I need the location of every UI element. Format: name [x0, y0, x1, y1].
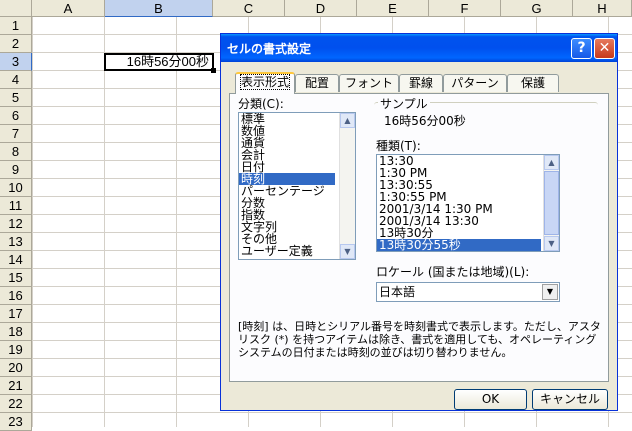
row-header[interactable]: 2 — [0, 35, 32, 53]
category-label: 分類(C): — [238, 97, 284, 111]
row-header[interactable]: 7 — [0, 125, 32, 143]
row-header-selected[interactable]: 3 — [0, 53, 32, 71]
scroll-thumb[interactable] — [544, 171, 559, 235]
column-header-b[interactable]: B — [105, 0, 213, 17]
row-header[interactable]: 18 — [0, 323, 32, 341]
row-header[interactable]: 8 — [0, 143, 32, 161]
sample-value: 16時56分00秒 — [384, 114, 466, 128]
row-header[interactable]: 22 — [0, 395, 32, 413]
column-header-e[interactable]: E — [357, 0, 429, 17]
tab-protection[interactable]: 保護 — [507, 74, 559, 92]
row-header[interactable]: 16 — [0, 287, 32, 305]
row-header[interactable]: 11 — [0, 197, 32, 215]
tab-number[interactable]: 表示形式 — [235, 72, 295, 94]
fill-handle[interactable] — [211, 68, 216, 73]
ok-button[interactable]: OK — [454, 389, 527, 410]
row-header[interactable]: 9 — [0, 161, 32, 179]
row-header[interactable]: 1 — [0, 17, 32, 35]
category-scrollbar[interactable]: ▲ ▼ — [339, 113, 355, 259]
tab-patterns[interactable]: パターン — [443, 74, 507, 92]
locale-select-value: 日本語 — [379, 285, 416, 299]
scroll-down-icon[interactable]: ▼ — [544, 236, 559, 251]
locale-select[interactable]: 日本語 ▼ — [376, 282, 560, 302]
chevron-down-icon[interactable]: ▼ — [542, 284, 558, 300]
locale-label: ロケール (国または地域)(L): — [376, 265, 530, 279]
format-description: [時刻] は、日時とシリアル番号を時刻書式で表示します。ただし、アスタリスク (… — [238, 320, 601, 359]
row-header[interactable]: 12 — [0, 215, 32, 233]
dialog-title: セルの書式設定 — [227, 42, 312, 56]
row-header[interactable]: 19 — [0, 341, 32, 359]
close-icon[interactable]: ✕ — [594, 38, 615, 59]
row-header[interactable]: 13 — [0, 233, 32, 251]
category-list[interactable]: 標準 数値 通貨 会計 日付 時刻 パーセンテージ 分数 指数 文字列 その他 … — [238, 112, 356, 260]
scroll-up-icon[interactable]: ▲ — [544, 155, 559, 170]
row-header[interactable]: 10 — [0, 179, 32, 197]
list-item[interactable]: ユーザー定義 — [239, 245, 355, 257]
row-header[interactable]: 4 — [0, 71, 32, 89]
sample-label: サンプル — [378, 95, 430, 112]
row-header[interactable]: 15 — [0, 269, 32, 287]
help-icon[interactable]: ? — [571, 38, 592, 59]
column-header-f[interactable]: F — [429, 0, 501, 17]
select-all-corner[interactable] — [0, 0, 32, 17]
row-header[interactable]: 21 — [0, 377, 32, 395]
row-header[interactable]: 23 — [0, 413, 32, 431]
column-header-c[interactable]: C — [213, 0, 285, 17]
column-header-h[interactable]: H — [573, 0, 632, 17]
active-cell-b3[interactable]: 16時56分00秒 — [104, 53, 214, 71]
tab-alignment[interactable]: 配置 — [295, 74, 339, 92]
type-label: 種類(T): — [376, 139, 421, 153]
column-header-d[interactable]: D — [285, 0, 357, 17]
column-header-a[interactable]: A — [32, 0, 105, 17]
list-item-selected[interactable]: 13時30分55秒 — [377, 239, 541, 251]
scroll-down-icon[interactable]: ▼ — [340, 244, 355, 259]
column-header-g[interactable]: G — [501, 0, 573, 17]
tab-font[interactable]: フォント — [339, 74, 399, 92]
row-header[interactable]: 6 — [0, 107, 32, 125]
type-scrollbar[interactable]: ▲ ▼ — [543, 155, 559, 251]
row-header[interactable]: 17 — [0, 305, 32, 323]
tab-border[interactable]: 罫線 — [399, 74, 443, 92]
type-list[interactable]: 13:30 1:30 PM 13:30:55 1:30:55 PM 2001/3… — [376, 154, 560, 252]
row-header[interactable]: 14 — [0, 251, 32, 269]
dialog-titlebar[interactable]: セルの書式設定 ? ✕ — [221, 34, 617, 62]
row-header[interactable]: 5 — [0, 89, 32, 107]
scroll-up-icon[interactable]: ▲ — [340, 113, 355, 128]
row-header[interactable]: 20 — [0, 359, 32, 377]
cancel-button[interactable]: キャンセル — [532, 389, 608, 410]
tab-number-label: 表示形式 — [239, 74, 291, 90]
